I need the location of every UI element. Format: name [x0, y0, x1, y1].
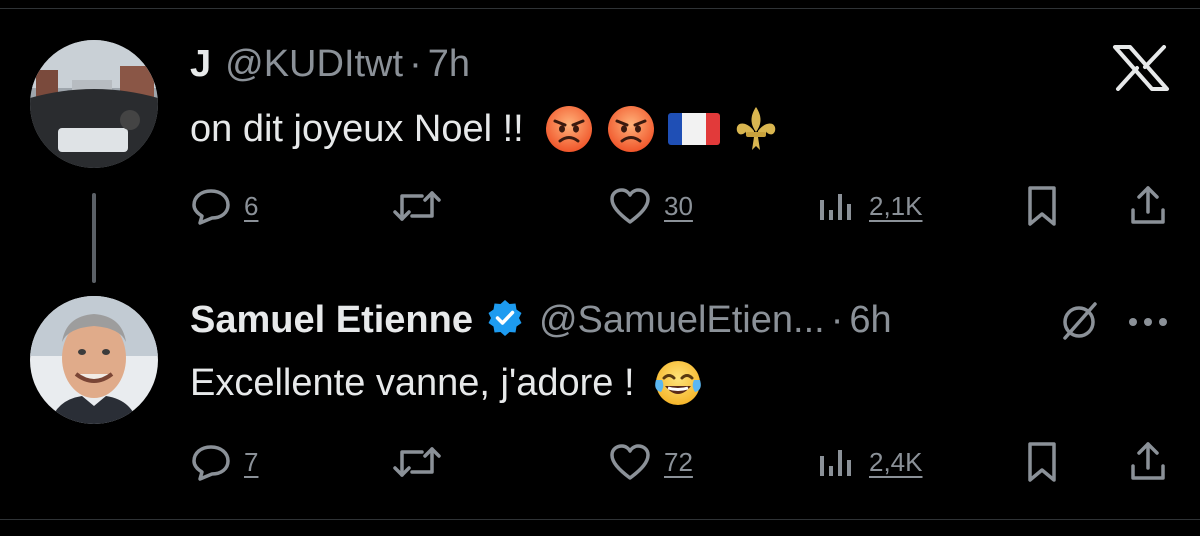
views-button[interactable]: 2,4K: [815, 432, 923, 492]
tweet-text: Excellente vanne, j'adore !: [190, 361, 635, 404]
retweet-button[interactable]: [392, 432, 454, 492]
share-button[interactable]: [1128, 176, 1168, 236]
face-with-tears-of-joy-icon: [653, 358, 703, 408]
views-count: 2,1K: [869, 190, 923, 221]
like-count: 30: [664, 190, 693, 221]
like-button[interactable]: 30: [608, 176, 693, 236]
display-name[interactable]: J: [190, 43, 211, 86]
retweet-button[interactable]: [392, 176, 454, 236]
separator-dot: ·: [830, 298, 844, 341]
tweet-text-row: on dit joyeux Noel !!: [190, 104, 780, 154]
user-handle[interactable]: @SamuelEtien...: [539, 299, 825, 342]
share-button[interactable]: [1128, 432, 1168, 492]
reply-count: 7: [244, 446, 259, 477]
views-button[interactable]: 2,1K: [815, 176, 923, 236]
like-button[interactable]: 72: [608, 432, 693, 492]
views-icon: [820, 450, 851, 476]
like-icon: [610, 188, 650, 224]
angry-face-icon: [606, 104, 656, 154]
reply-icon: [192, 189, 230, 225]
tweet-header: J @KUDItwt · 7h: [190, 42, 470, 86]
tweet-actions: 6 30 2,1K: [0, 176, 1200, 236]
tweet-actions: 7 72 2,4K: [0, 432, 1200, 492]
bookmark-button[interactable]: [1024, 432, 1060, 492]
reply-button[interactable]: 7: [190, 432, 258, 492]
like-count: 72: [664, 446, 693, 477]
share-icon: [1131, 186, 1165, 224]
verified-badge-icon[interactable]: [485, 298, 525, 343]
x-logo-icon[interactable]: [1112, 45, 1170, 96]
reply-button[interactable]: 6: [190, 176, 258, 236]
reply-count: 6: [244, 190, 259, 221]
views-count: 2,4K: [869, 446, 923, 477]
retweet-icon: [393, 447, 441, 477]
separator-dot: ·: [409, 42, 422, 85]
avatar[interactable]: [30, 40, 158, 168]
tweet-header: Samuel Etienne @SamuelEtien... · 6h: [190, 298, 892, 342]
france-flag-icon: [667, 109, 720, 149]
user-handle[interactable]: @KUDItwt: [225, 43, 403, 86]
bottom-divider: [0, 519, 1200, 520]
like-icon: [610, 444, 650, 480]
tweet-text-row: Excellente vanne, j'adore !: [190, 358, 703, 408]
top-divider: [0, 0, 1200, 9]
avatar[interactable]: [30, 296, 158, 424]
reply-icon: [192, 445, 230, 481]
grok-icon[interactable]: [1057, 298, 1101, 347]
timestamp[interactable]: 6h: [849, 299, 891, 342]
share-icon: [1131, 442, 1165, 480]
display-name[interactable]: Samuel Etienne: [190, 299, 473, 342]
views-icon: [820, 194, 851, 220]
angry-face-icon: [544, 104, 594, 154]
more-icon[interactable]: [1128, 315, 1168, 333]
fleur-de-lis-icon: [732, 104, 780, 154]
timestamp[interactable]: 7h: [428, 43, 470, 86]
bookmark-icon: [1028, 442, 1056, 482]
retweet-icon: [393, 191, 441, 221]
tweet-text: on dit joyeux Noel !!: [190, 107, 524, 150]
bookmark-button[interactable]: [1024, 176, 1060, 236]
bookmark-icon: [1028, 186, 1056, 226]
